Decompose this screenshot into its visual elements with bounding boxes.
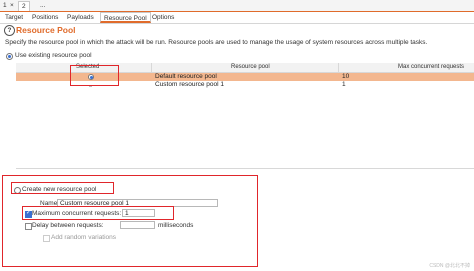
watermark: CSDN @北北不掉 bbox=[429, 263, 470, 269]
page-title: Resource Pool bbox=[16, 25, 76, 35]
column-header-max-concurrent[interactable]: Max concurrent requests bbox=[398, 64, 464, 70]
intruder-attack-tabs: 1 × 2 ... bbox=[0, 0, 474, 11]
main-tabs: Target Positions Payloads Resource Pool … bbox=[0, 12, 474, 24]
table-empty-area bbox=[16, 91, 474, 169]
pool-name-cell: Default resource pool bbox=[155, 73, 217, 80]
column-header-resource-pool[interactable]: Resource pool bbox=[231, 64, 270, 70]
attack-tab-more[interactable]: ... bbox=[40, 1, 45, 11]
column-separator bbox=[338, 63, 339, 72]
help-icon[interactable]: ? bbox=[4, 25, 15, 36]
tab-resource-pool[interactable]: Resource Pool bbox=[100, 12, 151, 23]
page-description: Specify the resource pool in which the a… bbox=[5, 39, 428, 46]
column-separator bbox=[151, 63, 152, 72]
pool-name-cell: Custom resource pool 1 bbox=[155, 81, 225, 88]
pool-max-cell: 10 bbox=[342, 73, 350, 80]
highlight-selected-column bbox=[70, 65, 119, 86]
highlight-max-concurrent bbox=[22, 206, 174, 220]
use-existing-radio[interactable] bbox=[6, 53, 13, 60]
tab-options[interactable]: Options bbox=[149, 12, 177, 23]
highlight-create-label bbox=[11, 182, 114, 194]
pool-max-cell: 1 bbox=[342, 81, 346, 88]
attack-tab-2[interactable]: 2 bbox=[18, 1, 30, 11]
use-existing-label: Use existing resource pool bbox=[15, 52, 92, 59]
tab-target[interactable]: Target bbox=[2, 12, 26, 23]
attack-tab-separator: × bbox=[10, 2, 14, 9]
tab-payloads[interactable]: Payloads bbox=[64, 12, 97, 23]
tab-positions[interactable]: Positions bbox=[29, 12, 61, 23]
attack-tab-1[interactable]: 1 bbox=[3, 1, 7, 11]
row-select-radio-dim[interactable] bbox=[89, 86, 92, 87]
